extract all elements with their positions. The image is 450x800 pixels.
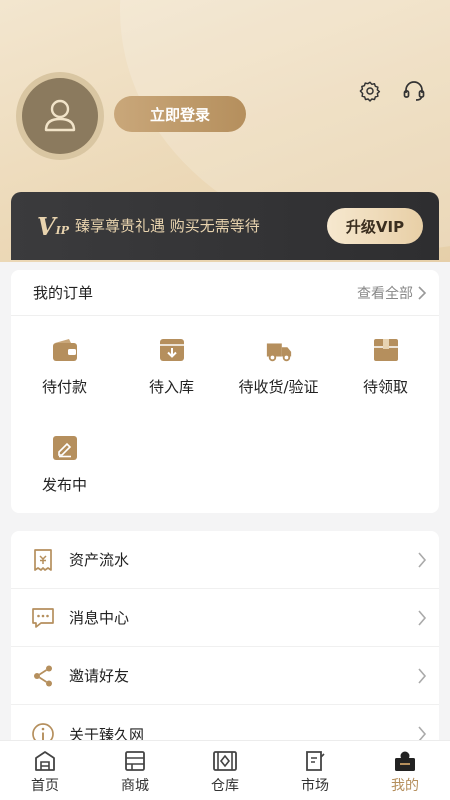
tab-market[interactable]: 市场 xyxy=(270,741,360,800)
tab-home[interactable]: 首页 xyxy=(0,741,90,800)
market-icon xyxy=(306,751,325,771)
profile-icon xyxy=(395,751,415,771)
inbox-icon xyxy=(158,336,186,364)
order-pending-storage[interactable]: 待入库 xyxy=(118,336,225,397)
wallet-icon xyxy=(51,336,79,364)
tab-warehouse[interactable]: 仓库 xyxy=(180,741,270,800)
avatar[interactable] xyxy=(16,72,104,160)
order-pending-pickup[interactable]: 待领取 xyxy=(332,336,439,397)
share-icon xyxy=(31,664,55,688)
order-pending-payment[interactable]: 待付款 xyxy=(11,336,118,397)
vip-slogan: 臻享尊贵礼遇 购买无需等待 xyxy=(75,217,260,235)
edit-icon xyxy=(51,434,79,462)
view-all-orders-link[interactable]: 查看全部 xyxy=(357,283,427,303)
vip-banner[interactable]: VIP 臻享尊贵礼遇 购买无需等待 升级VIP xyxy=(11,192,439,260)
chevron-right-icon xyxy=(418,551,427,568)
tab-mall[interactable]: 商城 xyxy=(90,741,180,800)
orders-card: 我的订单 查看全部 待付款 待入库 待收货/验证 待领取 发布中 xyxy=(11,270,439,513)
chevron-right-icon xyxy=(418,285,427,300)
vip-logo: VIP xyxy=(37,212,70,241)
headset-icon[interactable] xyxy=(401,78,427,104)
truck-icon xyxy=(265,336,293,364)
upgrade-vip-button[interactable]: 升级VIP xyxy=(327,208,423,244)
chevron-right-icon xyxy=(418,667,427,684)
login-button[interactable]: 立即登录 xyxy=(114,96,246,132)
package-icon xyxy=(372,336,400,364)
gear-icon[interactable] xyxy=(357,78,383,104)
menu-item-invite-friends[interactable]: 邀请好友 xyxy=(11,647,439,705)
warehouse-icon xyxy=(213,751,237,771)
mall-icon xyxy=(125,751,145,771)
menu-item-asset-flow[interactable]: 资产流水 xyxy=(11,531,439,589)
orders-header: 我的订单 查看全部 xyxy=(11,270,439,316)
order-publishing[interactable]: 发布中 xyxy=(11,434,118,495)
orders-title: 我的订单 xyxy=(33,284,94,302)
menu-item-messages[interactable]: 消息中心 xyxy=(11,589,439,647)
tab-profile[interactable]: 我的 xyxy=(360,741,450,800)
order-pending-receipt[interactable]: 待收货/验证 xyxy=(225,336,332,397)
message-icon xyxy=(31,606,55,630)
receipt-icon xyxy=(31,548,55,572)
home-icon xyxy=(35,751,55,771)
chevron-right-icon xyxy=(418,609,427,626)
user-icon xyxy=(22,78,98,154)
bottom-tab-bar: 首页 商城 仓库 市场 我的 xyxy=(0,740,450,800)
menu-list: 资产流水 消息中心 邀请好友 关于臻久网 xyxy=(11,531,439,751)
